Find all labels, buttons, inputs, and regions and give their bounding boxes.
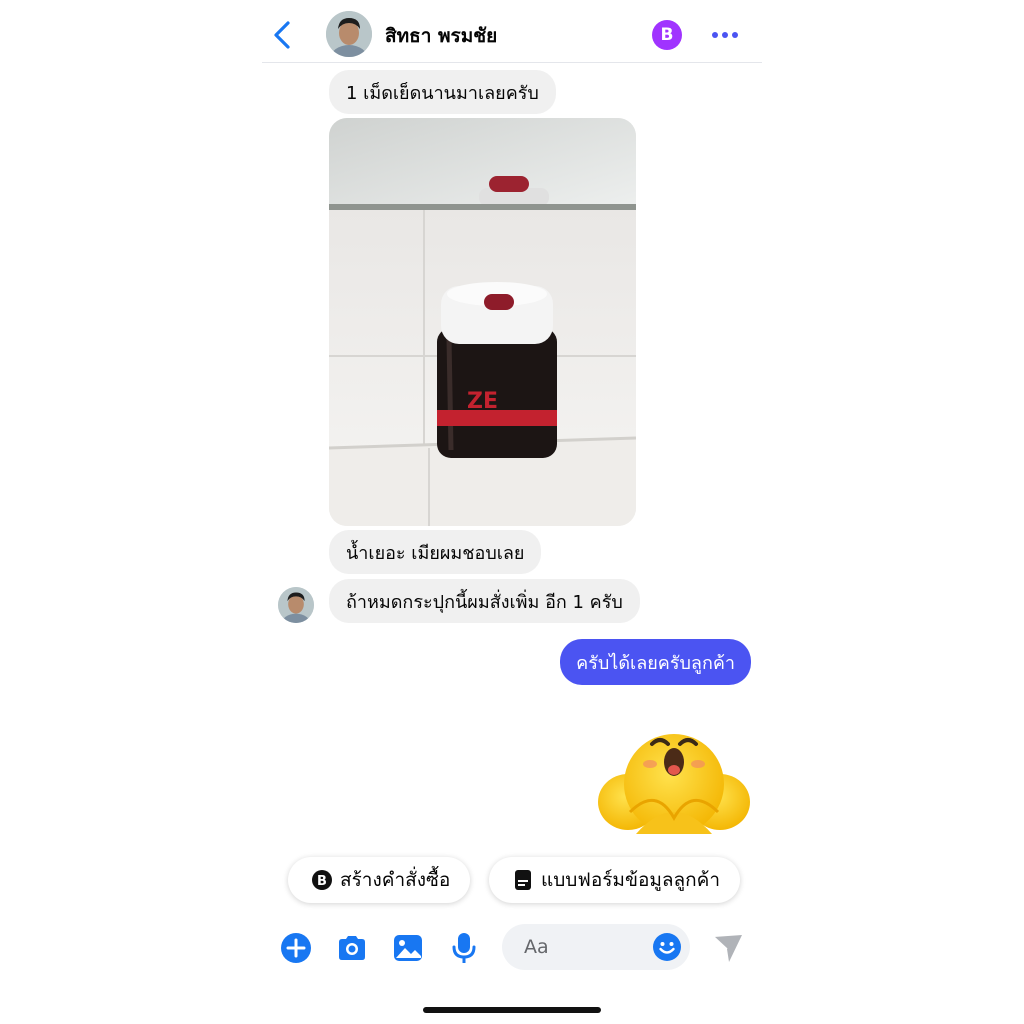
home-indicator — [423, 1007, 601, 1013]
message-input-placeholder: Aa — [524, 936, 549, 958]
header-divider — [262, 62, 762, 63]
message-bubble-outgoing[interactable]: ครับได้เลยครับลูกค้า — [560, 639, 751, 685]
baht-badge-icon[interactable]: B — [652, 20, 682, 50]
svg-text:B: B — [317, 874, 327, 889]
sender-avatar[interactable] — [278, 587, 314, 623]
sticker-hug-emoji[interactable] — [596, 722, 752, 840]
message-bubble-incoming[interactable]: 1 เม็ดเย็ดนานมาเลยครับ — [329, 70, 556, 114]
more-options-icon[interactable] — [708, 22, 742, 48]
contact-name[interactable]: สิทธา พรมชัย — [385, 21, 497, 51]
message-input[interactable]: Aa — [502, 924, 690, 970]
message-bubble-incoming[interactable]: ถ้าหมดกระปุกนี้ผมสั่งเพิ่ม อีก 1 ครับ — [329, 579, 640, 623]
photo-message[interactable]: ZE — [329, 118, 636, 526]
create-order-label: สร้างคำสั่งซื้อ — [340, 869, 451, 891]
back-arrow-icon[interactable] — [270, 20, 296, 50]
camera-icon[interactable] — [335, 931, 369, 965]
contact-avatar[interactable] — [326, 11, 372, 57]
emoji-icon[interactable] — [652, 932, 682, 962]
form-icon — [515, 870, 531, 890]
create-order-button[interactable]: B สร้างคำสั่งซื้อ — [288, 857, 471, 903]
baht-circle-icon: B — [312, 870, 332, 890]
microphone-icon[interactable] — [447, 931, 481, 965]
send-icon[interactable] — [711, 931, 745, 965]
gallery-icon[interactable] — [391, 931, 425, 965]
photo-label-text: ZE — [467, 389, 498, 414]
photo-supplement-bottle: ZE — [329, 118, 636, 526]
customer-form-label: แบบฟอร์มข้อมูลลูกค้า — [541, 869, 721, 891]
customer-form-button[interactable]: แบบฟอร์มข้อมูลลูกค้า — [489, 857, 741, 903]
message-bubble-incoming[interactable]: น้ำเยอะ เมียผมชอบเลย — [329, 530, 542, 574]
add-icon[interactable] — [279, 931, 313, 965]
